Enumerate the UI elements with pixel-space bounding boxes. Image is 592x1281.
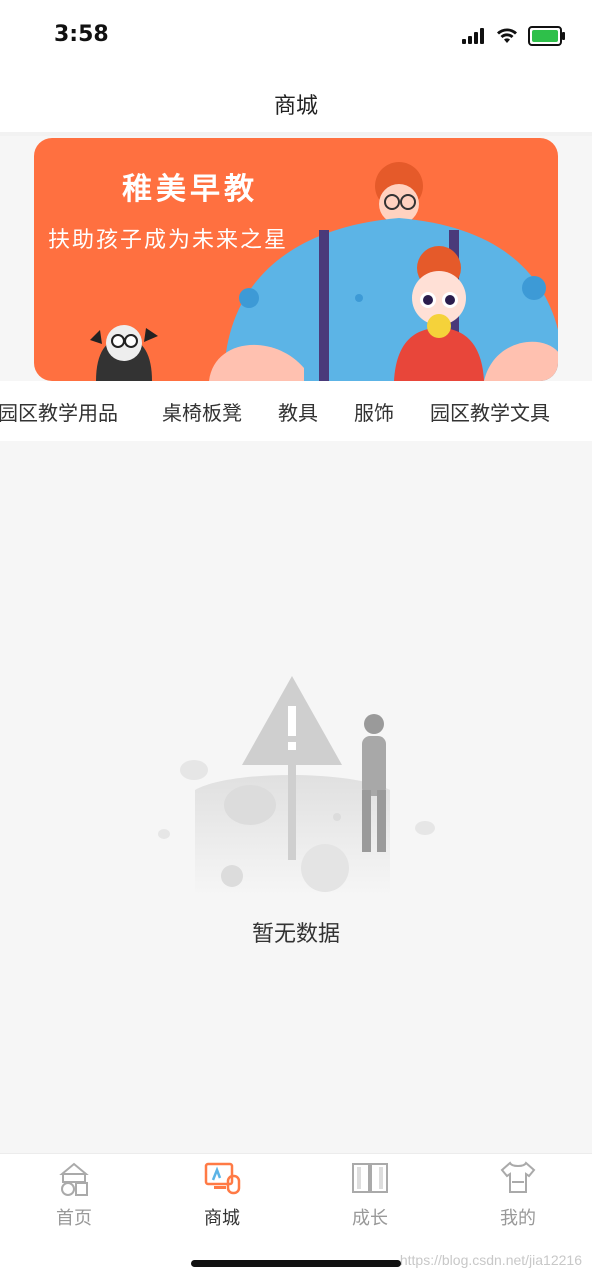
tab-teaching-supplies[interactable]: 园区教学用品 (0, 397, 136, 426)
watermark: https://blog.csdn.net/jia12216 (399, 1252, 582, 1268)
promo-banner[interactable]: 稚美早教 扶助孩子成为未来之星 (34, 138, 558, 381)
banner-illustration (90, 162, 558, 381)
wifi-icon (497, 28, 517, 43)
tabbar-label-me: 我的 (500, 1208, 536, 1229)
book-icon (352, 1163, 388, 1193)
home-indicator[interactable] (191, 1260, 401, 1267)
banner-title: 稚美早教 (122, 172, 258, 207)
tabbar-item-home[interactable]: 首页 (0, 1154, 148, 1234)
page-title: 商城 (273, 94, 318, 119)
tabbar-item-me[interactable]: 我的 (444, 1154, 592, 1234)
tab-clothing[interactable]: 服饰 (336, 397, 412, 426)
shop-icon (204, 1162, 241, 1195)
tab-stationery[interactable]: 园区教学文具 (412, 397, 568, 426)
tabbar-label-growth: 成长 (352, 1208, 388, 1229)
status-icons (462, 26, 565, 46)
signal-icon (462, 28, 486, 44)
tab-teaching-aids[interactable]: 教具 (260, 397, 336, 426)
battery-icon (528, 26, 565, 46)
home-icon (59, 1162, 89, 1196)
tabbar-label-shop: 商城 (204, 1208, 240, 1229)
tabbar-item-growth[interactable]: 成长 (296, 1154, 444, 1234)
category-tabs: 园区教学用品 桌椅板凳 教具 服饰 园区教学文具 (0, 381, 592, 441)
banner-subtitle: 扶助孩子成为未来之星 (48, 228, 289, 253)
navbar: 商城 (0, 76, 592, 136)
empty-state-text: 暂无数据 (251, 922, 340, 947)
empty-state-illustration (158, 676, 435, 896)
tabbar-label-home: 首页 (56, 1208, 92, 1229)
status-bar: 3:58 (0, 0, 592, 76)
profile-icon (500, 1161, 536, 1193)
tab-desks-chairs[interactable]: 桌椅板凳 (144, 397, 260, 426)
tabbar-item-shop[interactable]: 商城 (148, 1154, 296, 1234)
status-time: 3:58 (54, 22, 109, 47)
